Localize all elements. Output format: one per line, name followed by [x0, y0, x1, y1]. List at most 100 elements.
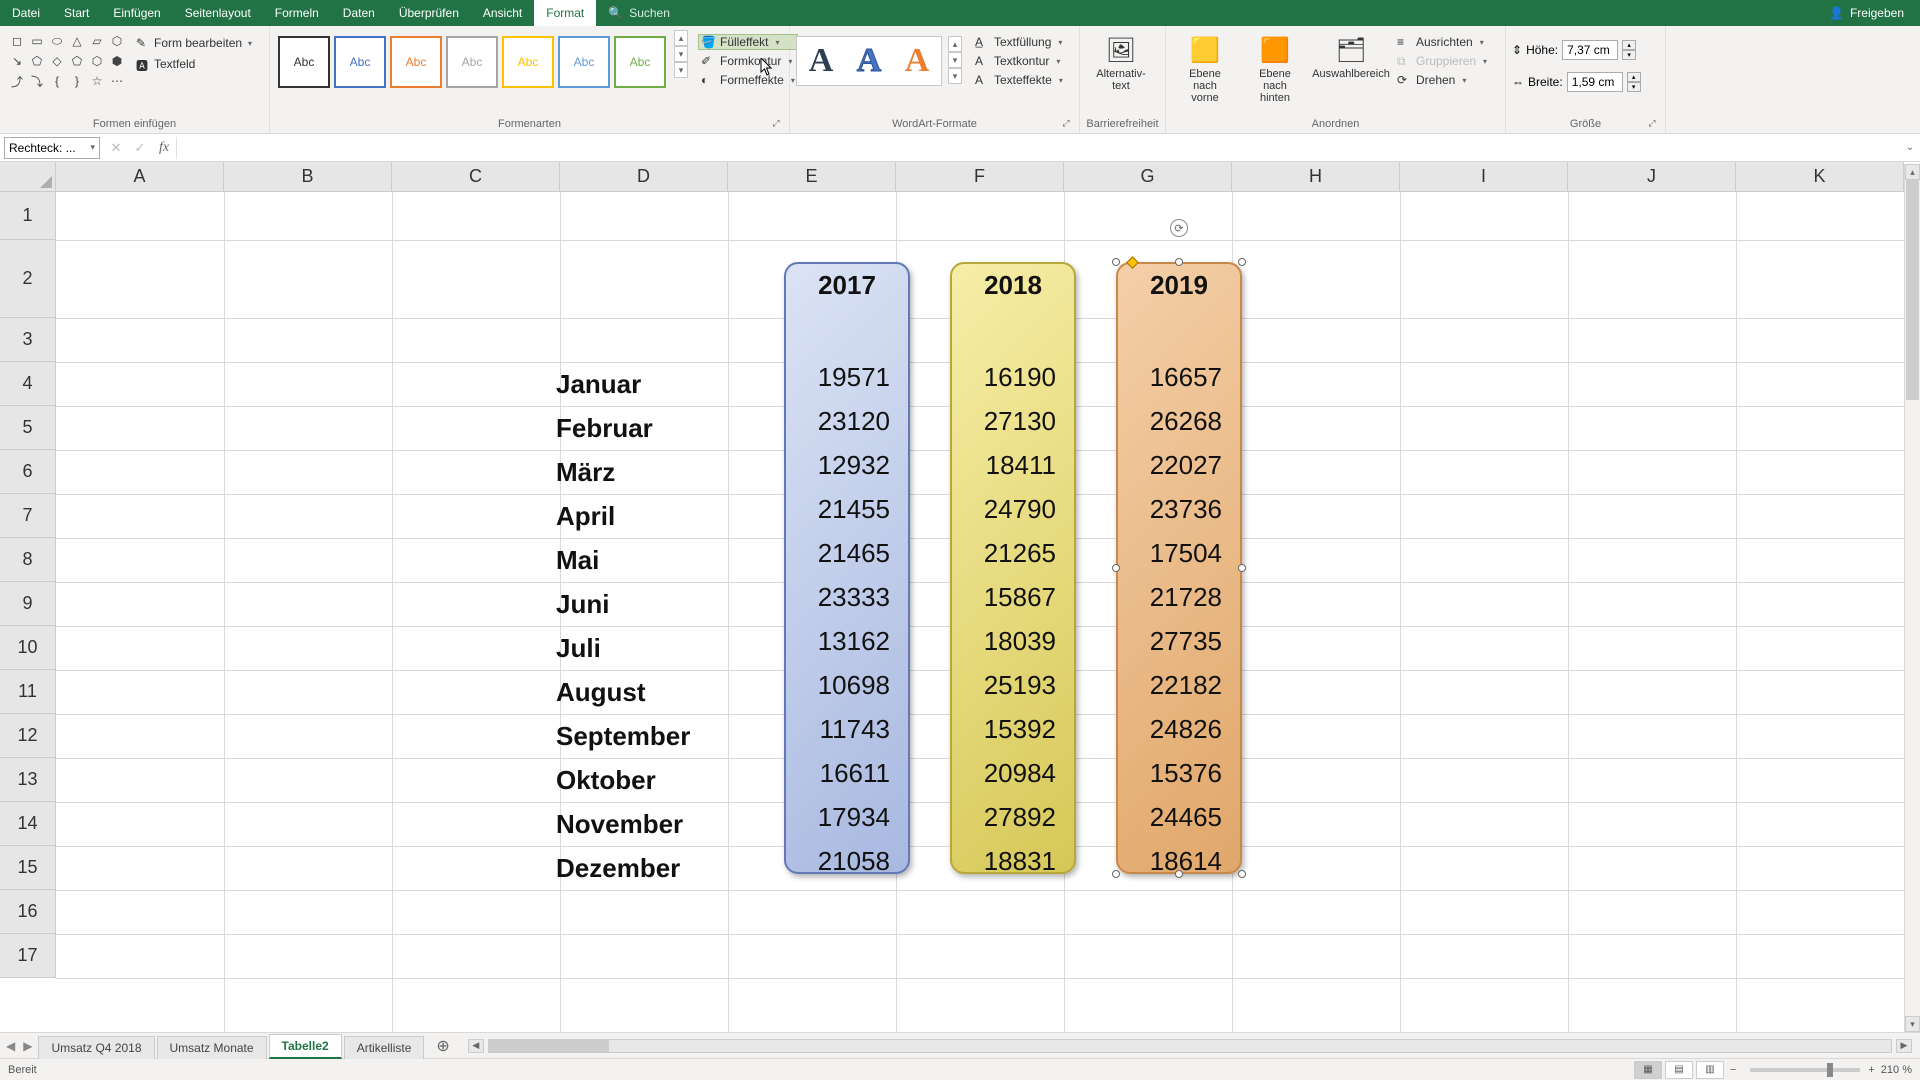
text-box-button[interactable]: 🅰 Textfeld	[132, 55, 256, 73]
ribbon-tab-format[interactable]: Format	[534, 0, 596, 26]
sheet-tab[interactable]: Tabelle2	[269, 1034, 342, 1059]
alt-text-button[interactable]: 🖼 Alternativ- text	[1086, 30, 1156, 94]
column-header[interactable]: J	[1568, 162, 1736, 192]
column-header[interactable]: I	[1400, 162, 1568, 192]
formula-input[interactable]	[176, 137, 1900, 159]
text-effects-button[interactable]: A Texteffekte▾	[972, 72, 1066, 88]
sheet-tab[interactable]: Umsatz Q4 2018	[38, 1036, 154, 1059]
selection-handle[interactable]	[1112, 870, 1120, 878]
scroll-down-icon[interactable]: ▾	[1905, 1016, 1920, 1032]
selection-handle[interactable]	[1175, 258, 1183, 266]
row-header[interactable]: 5	[0, 406, 56, 450]
zoom-out-button[interactable]: −	[1730, 1064, 1736, 1076]
height-input[interactable]	[1562, 40, 1618, 60]
view-page-layout-button[interactable]: ▤	[1665, 1061, 1693, 1079]
shape-style-preset-2[interactable]: Abc	[334, 36, 386, 88]
ribbon-tab-formeln[interactable]: Formeln	[263, 0, 331, 26]
edit-shape-button[interactable]: ✎ Form bearbeiten ▾	[132, 34, 256, 52]
sheet-nav-prev-icon[interactable]: ◀	[6, 1039, 15, 1053]
shape-fill-button[interactable]: 🪣 Fülleffekt ▾	[698, 34, 798, 50]
row-header[interactable]: 17	[0, 934, 56, 978]
selection-handle[interactable]	[1112, 564, 1120, 572]
rotation-handle[interactable]: ⟳	[1170, 219, 1188, 237]
row-header[interactable]: 11	[0, 670, 56, 714]
row-header[interactable]: 9	[0, 582, 56, 626]
chevron-down-icon[interactable]: ▾	[90, 142, 95, 153]
row-header[interactable]: 15	[0, 846, 56, 890]
scroll-right-icon[interactable]: ▶	[1896, 1039, 1912, 1053]
selection-handle[interactable]	[1175, 870, 1183, 878]
column-header[interactable]: H	[1232, 162, 1400, 192]
align-button[interactable]: ≡ Ausrichten▾	[1394, 34, 1490, 50]
text-fill-button[interactable]: A̲ Textfüllung▾	[972, 34, 1066, 50]
year-shape-2017[interactable]: 2017195712312012932214552146523333131621…	[784, 262, 910, 874]
shapes-gallery[interactable]: ◻▭⬭△▱⬡ ↘⬠◇⬠⬡⬢ ⤴⤵{}☆⋯	[6, 30, 128, 92]
column-header[interactable]: D	[560, 162, 728, 192]
row-header[interactable]: 14	[0, 802, 56, 846]
shape-style-gallery[interactable]: AbcAbcAbcAbcAbcAbcAbc	[276, 30, 668, 88]
column-header[interactable]: C	[392, 162, 560, 192]
sheet-tab[interactable]: Umsatz Monate	[157, 1036, 267, 1059]
column-header[interactable]: A	[56, 162, 224, 192]
row-header[interactable]: 16	[0, 890, 56, 934]
name-box[interactable]: Rechteck: ... ▾	[4, 137, 100, 159]
column-header[interactable]: B	[224, 162, 392, 192]
add-sheet-button[interactable]: ⊕	[426, 1036, 459, 1056]
scroll-up-icon[interactable]: ▴	[1905, 164, 1920, 180]
shape-style-preset-3[interactable]: Abc	[390, 36, 442, 88]
zoom-slider[interactable]	[1750, 1068, 1860, 1072]
row-header[interactable]: 7	[0, 494, 56, 538]
ribbon-tab-überprüfen[interactable]: Überprüfen	[387, 0, 471, 26]
gallery-scroll[interactable]: ▴ ▾ ▾	[948, 36, 962, 84]
zoom-thumb[interactable]	[1827, 1063, 1833, 1077]
worksheet-grid[interactable]: ABCDEFGHIJK 1234567891011121314151617 Ja…	[0, 162, 1920, 1032]
scroll-down-icon[interactable]: ▾	[674, 46, 688, 62]
width-spinner[interactable]: ▴▾	[1627, 72, 1641, 92]
year-shape-2018[interactable]: 2018161902713018411247902126515867180392…	[950, 262, 1076, 874]
select-all-corner[interactable]	[0, 162, 56, 192]
sheet-nav-next-icon[interactable]: ▶	[23, 1039, 32, 1053]
scroll-thumb[interactable]	[1906, 180, 1919, 400]
gallery-more-icon[interactable]: ▾	[948, 68, 962, 84]
send-backward-button[interactable]: 🟧 Ebene nach hinten	[1242, 30, 1308, 106]
scroll-thumb[interactable]	[489, 1040, 609, 1052]
scroll-left-icon[interactable]: ◀	[468, 1039, 484, 1053]
wordart-style-3[interactable]: A	[893, 37, 941, 85]
wordart-style-1[interactable]: A	[797, 37, 845, 85]
ribbon-tab-start[interactable]: Start	[52, 0, 101, 26]
zoom-level[interactable]: 210 %	[1881, 1064, 1912, 1076]
wordart-gallery[interactable]: A A A	[796, 36, 942, 86]
selection-pane-button[interactable]: 🗂 Auswahlbereich	[1312, 30, 1390, 82]
share-button[interactable]: 👤 Freigeben	[1829, 6, 1920, 20]
scroll-down-icon[interactable]: ▾	[948, 52, 962, 68]
rotate-button[interactable]: ⟳ Drehen▾	[1394, 72, 1490, 88]
scroll-up-icon[interactable]: ▴	[948, 36, 962, 52]
view-page-break-button[interactable]: ▥	[1696, 1061, 1724, 1079]
height-spinner[interactable]: ▴▾	[1622, 40, 1636, 60]
ribbon-tab-seitenlayout[interactable]: Seitenlayout	[173, 0, 263, 26]
shape-outline-button[interactable]: ✐ Formkontur ▾	[698, 53, 798, 69]
row-header[interactable]: 12	[0, 714, 56, 758]
row-header[interactable]: 3	[0, 318, 56, 362]
shape-style-preset-1[interactable]: Abc	[278, 36, 330, 88]
vertical-scrollbar[interactable]: ▴ ▾	[1904, 164, 1920, 1032]
zoom-in-button[interactable]: +	[1868, 1064, 1874, 1076]
selection-handle[interactable]	[1238, 564, 1246, 572]
ribbon-tab-ansicht[interactable]: Ansicht	[471, 0, 534, 26]
row-header[interactable]: 4	[0, 362, 56, 406]
horizontal-scrollbar[interactable]: ◀ ▶	[460, 1039, 1920, 1053]
row-header[interactable]: 8	[0, 538, 56, 582]
column-header[interactable]: E	[728, 162, 896, 192]
selection-handle[interactable]	[1238, 870, 1246, 878]
wordart-style-2[interactable]: A	[845, 37, 893, 85]
column-header[interactable]: K	[1736, 162, 1904, 192]
view-normal-button[interactable]: ▦	[1634, 1061, 1662, 1079]
ribbon-tab-daten[interactable]: Daten	[331, 0, 387, 26]
ribbon-tab-einfügen[interactable]: Einfügen	[101, 0, 172, 26]
shape-style-preset-5[interactable]: Abc	[502, 36, 554, 88]
dialog-launcher-icon[interactable]: ⤢	[1645, 117, 1659, 131]
shape-style-preset-6[interactable]: Abc	[558, 36, 610, 88]
row-header[interactable]: 6	[0, 450, 56, 494]
scroll-up-icon[interactable]: ▴	[674, 30, 688, 46]
tell-me-search[interactable]: 🔍 Suchen	[596, 6, 670, 20]
